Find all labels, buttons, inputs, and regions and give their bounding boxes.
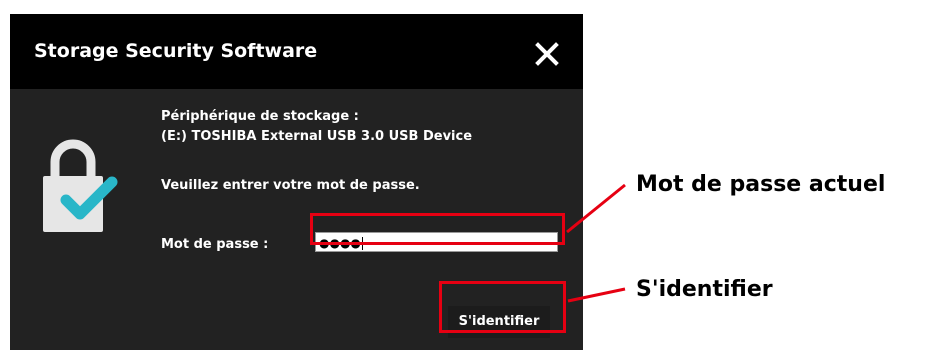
window-title: Storage Security Software [34, 40, 318, 62]
device-label: Périphérique de stockage : [161, 109, 359, 124]
password-prompt: Veuillez entrer votre mot de passe. [161, 178, 420, 193]
device-name: (E:) TOSHIBA External USB 3.0 USB Device [161, 129, 473, 144]
password-label: Mot de passe : [161, 237, 269, 252]
login-callout-label: S'identifier [636, 277, 773, 302]
password-highlight-box [310, 213, 565, 245]
close-icon[interactable] [529, 36, 565, 72]
title-bar: Storage Security Software [10, 14, 583, 89]
login-highlight-box [439, 281, 566, 333]
lock-check-icon [43, 139, 118, 232]
password-callout-label: Mot de passe actuel [636, 172, 886, 197]
